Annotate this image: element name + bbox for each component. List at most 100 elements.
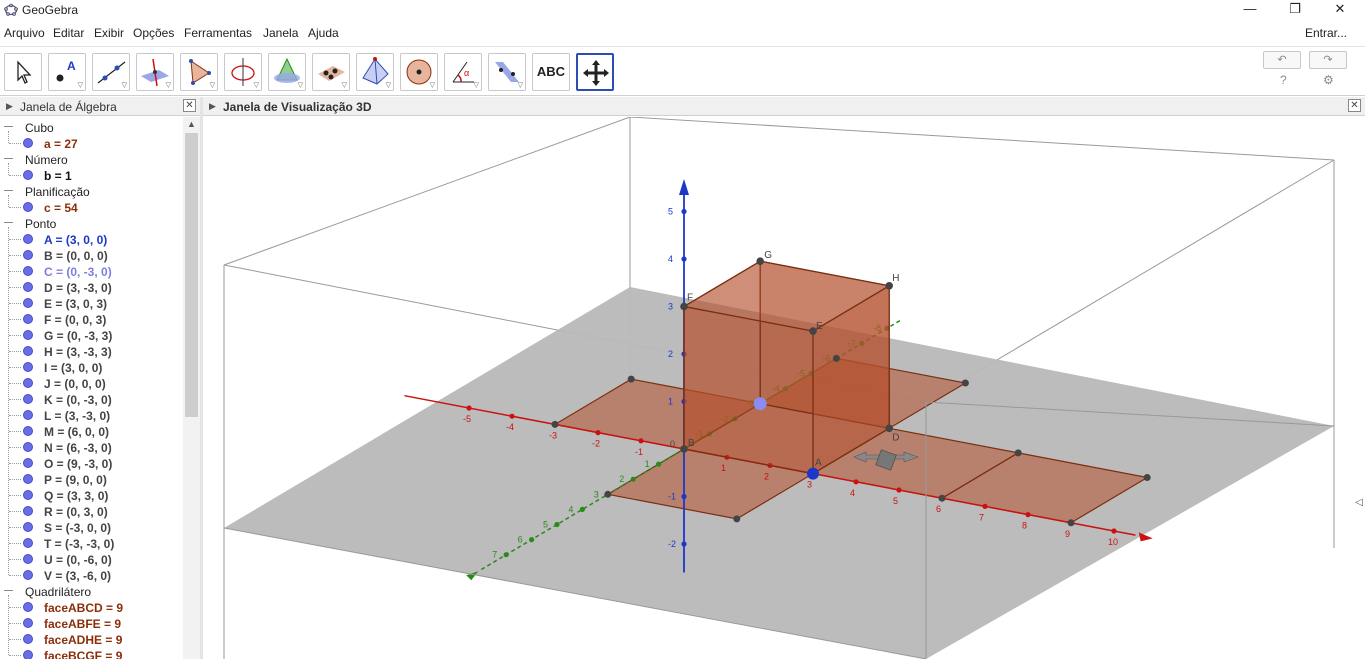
- algebra-item[interactable]: U = (0, -6, 0): [0, 551, 183, 567]
- maximize-button[interactable]: ❐: [1272, 0, 1318, 20]
- visibility-toggle-icon[interactable]: [23, 474, 33, 484]
- algebra-item[interactable]: b = 1: [0, 167, 183, 183]
- algebra-item[interactable]: T = (-3, -3, 0): [0, 535, 183, 551]
- algebra-item[interactable]: A = (3, 0, 0): [0, 231, 183, 247]
- minimize-button[interactable]: —: [1227, 0, 1273, 20]
- reflect-tool-button[interactable]: ▽: [488, 53, 526, 91]
- collapse-triangle-icon[interactable]: ▶: [6, 101, 13, 112]
- visibility-toggle-icon[interactable]: [23, 570, 33, 580]
- algebra-item[interactable]: C = (0, -3, 0): [0, 263, 183, 279]
- algebra-item[interactable]: E = (3, 0, 3): [0, 295, 183, 311]
- scroll-up-icon[interactable]: ▲: [187, 119, 196, 129]
- algebra-item[interactable]: R = (0, 3, 0): [0, 503, 183, 519]
- algebra-item[interactable]: F = (0, 0, 3): [0, 311, 183, 327]
- visibility-toggle-icon[interactable]: [23, 522, 33, 532]
- visibility-toggle-icon[interactable]: [23, 170, 33, 180]
- visibility-toggle-icon[interactable]: [23, 634, 33, 644]
- sphere-tool-button[interactable]: ▽: [400, 53, 438, 91]
- visibility-toggle-icon[interactable]: [23, 314, 33, 324]
- algebra-item[interactable]: N = (6, -3, 0): [0, 439, 183, 455]
- move-tool-button[interactable]: [4, 53, 42, 91]
- scroll-thumb[interactable]: [185, 133, 198, 417]
- collapse-group-icon[interactable]: [4, 222, 13, 223]
- algebra-item[interactable]: V = (3, -6, 0): [0, 567, 183, 583]
- algebra-item[interactable]: faceADHE = 9: [0, 631, 183, 647]
- visibility-toggle-icon[interactable]: [23, 442, 33, 452]
- 3d-graphics-view[interactable]: -5-4-3-2-112345678910-8-7-6-5-4-3-2-1123…: [203, 116, 1365, 660]
- close-3d-view-icon[interactable]: ✕: [1348, 99, 1361, 112]
- close-button[interactable]: ✕: [1317, 0, 1363, 20]
- visibility-toggle-icon[interactable]: [23, 490, 33, 500]
- algebra-item[interactable]: K = (0, -3, 0): [0, 391, 183, 407]
- algebra-group-header[interactable]: Ponto: [0, 215, 183, 231]
- undo-button[interactable]: ↶: [1263, 51, 1301, 69]
- pyramid-tool-button[interactable]: ▽: [356, 53, 394, 91]
- algebra-item[interactable]: S = (-3, 0, 0): [0, 519, 183, 535]
- help-icon[interactable]: ?: [1280, 73, 1287, 87]
- visibility-toggle-icon[interactable]: [23, 250, 33, 260]
- perpendicular-line-tool-button[interactable]: ▽: [136, 53, 174, 91]
- expand-side-panel-icon[interactable]: ◁: [1355, 497, 1363, 508]
- redo-button[interactable]: ↷: [1309, 51, 1347, 69]
- visibility-toggle-icon[interactable]: [23, 426, 33, 436]
- visibility-toggle-icon[interactable]: [23, 138, 33, 148]
- visibility-toggle-icon[interactable]: [23, 506, 33, 516]
- visibility-toggle-icon[interactable]: [23, 618, 33, 628]
- algebra-item[interactable]: L = (3, -3, 0): [0, 407, 183, 423]
- visibility-toggle-icon[interactable]: [23, 602, 33, 612]
- algebra-item[interactable]: faceABCD = 9: [0, 599, 183, 615]
- algebra-item[interactable]: H = (3, -3, 3): [0, 343, 183, 359]
- 3d-scene[interactable]: -5-4-3-2-112345678910-8-7-6-5-4-3-2-1123…: [203, 116, 1365, 660]
- visibility-toggle-icon[interactable]: [23, 394, 33, 404]
- menu-janela[interactable]: Janela: [263, 26, 298, 40]
- visibility-toggle-icon[interactable]: [23, 346, 33, 356]
- visibility-toggle-icon[interactable]: [23, 554, 33, 564]
- visibility-toggle-icon[interactable]: [23, 282, 33, 292]
- visibility-toggle-icon[interactable]: [23, 378, 33, 388]
- visibility-toggle-icon[interactable]: [23, 266, 33, 276]
- visibility-toggle-icon[interactable]: [23, 298, 33, 308]
- polygon-tool-button[interactable]: ▽: [180, 53, 218, 91]
- move-graphics-view-tool-button[interactable]: [576, 53, 614, 91]
- algebra-item[interactable]: J = (0, 0, 0): [0, 375, 183, 391]
- algebra-item[interactable]: M = (6, 0, 0): [0, 423, 183, 439]
- point-tool-button[interactable]: A ▽: [48, 53, 86, 91]
- angle-tool-button[interactable]: α ▽: [444, 53, 482, 91]
- menu-ferramentas[interactable]: Ferramentas: [184, 26, 252, 40]
- algebra-item[interactable]: faceABFE = 9: [0, 615, 183, 631]
- visibility-toggle-icon[interactable]: [23, 410, 33, 420]
- algebra-group-header[interactable]: Número: [0, 151, 183, 167]
- algebra-item[interactable]: a = 27: [0, 135, 183, 151]
- algebra-group-header[interactable]: Quadrilátero: [0, 583, 183, 599]
- circle-axis-tool-button[interactable]: ▽: [224, 53, 262, 91]
- plane-through-points-tool-button[interactable]: ▽: [312, 53, 350, 91]
- menu-ajuda[interactable]: Ajuda: [308, 26, 339, 40]
- text-tool-button[interactable]: ABC: [532, 53, 570, 91]
- line-tool-button[interactable]: ▽: [92, 53, 130, 91]
- algebra-item[interactable]: I = (3, 0, 0): [0, 359, 183, 375]
- collapse-group-icon[interactable]: [4, 158, 13, 159]
- close-algebra-view-icon[interactable]: ✕: [183, 99, 196, 112]
- algebra-group-header[interactable]: Cubo: [0, 119, 183, 135]
- menu-exibir[interactable]: Exibir: [94, 26, 124, 40]
- visibility-toggle-icon[interactable]: [23, 538, 33, 548]
- menu-arquivo[interactable]: Arquivo: [4, 26, 45, 40]
- style-bar-toggle-icon[interactable]: ▶: [209, 101, 216, 112]
- visibility-toggle-icon[interactable]: [23, 330, 33, 340]
- collapse-group-icon[interactable]: [4, 590, 13, 591]
- algebra-item[interactable]: G = (0, -3, 3): [0, 327, 183, 343]
- menu-opcoes[interactable]: Opções: [133, 26, 174, 40]
- collapse-group-icon[interactable]: [4, 126, 13, 127]
- algebra-item[interactable]: Q = (3, 3, 0): [0, 487, 183, 503]
- visibility-toggle-icon[interactable]: [23, 650, 33, 659]
- algebra-item[interactable]: B = (0, 0, 0): [0, 247, 183, 263]
- algebra-item[interactable]: P = (9, 0, 0): [0, 471, 183, 487]
- visibility-toggle-icon[interactable]: [23, 202, 33, 212]
- menu-editar[interactable]: Editar: [53, 26, 84, 40]
- algebra-item[interactable]: O = (9, -3, 0): [0, 455, 183, 471]
- intersect-surfaces-tool-button[interactable]: ▽: [268, 53, 306, 91]
- visibility-toggle-icon[interactable]: [23, 362, 33, 372]
- settings-gear-icon[interactable]: ⚙: [1323, 73, 1334, 87]
- login-link[interactable]: Entrar...: [1305, 26, 1347, 40]
- visibility-toggle-icon[interactable]: [23, 458, 33, 468]
